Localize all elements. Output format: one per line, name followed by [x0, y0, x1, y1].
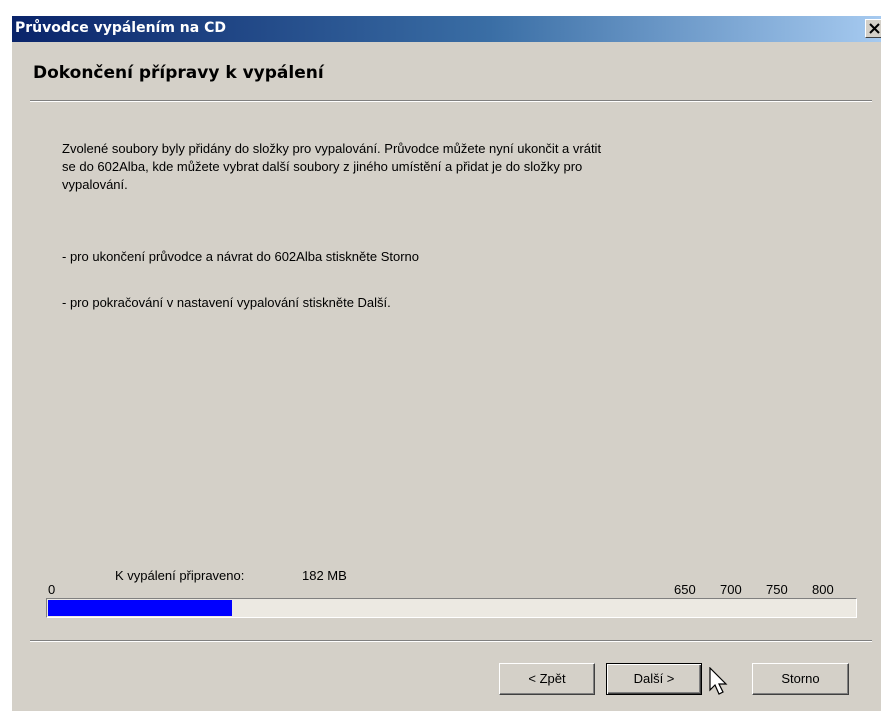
- page-title: Dokončení přípravy k vypálení: [33, 63, 324, 83]
- footer-divider: [30, 640, 872, 642]
- intro-line-2: se do 602Alba, kde můžete vybrat další s…: [62, 159, 583, 174]
- capacity-progress-fill: [48, 600, 232, 616]
- scale-mark-800: 800: [812, 582, 834, 597]
- ready-size-value: 182 MB: [302, 568, 347, 583]
- ready-label: K vypálení připraveno:: [115, 568, 245, 583]
- wizard-window: Průvodce vypálením na CD Dokončení přípr…: [12, 16, 881, 711]
- close-button[interactable]: [865, 19, 881, 38]
- scale-zero-label: 0: [48, 582, 56, 597]
- cancel-button[interactable]: Storno: [752, 663, 849, 695]
- scale-mark-650: 650: [674, 582, 696, 597]
- scale-marks: 650 700 750 800: [674, 582, 858, 597]
- next-instruction: - pro pokračování v nastavení vypalování…: [62, 295, 391, 310]
- intro-line-1: Zvolené soubory byly přidány do složky p…: [62, 141, 602, 156]
- intro-line-3: vypalování.: [62, 177, 128, 192]
- cancel-instruction: - pro ukončení průvodce a návrat do 602A…: [62, 249, 419, 264]
- intro-paragraph: Zvolené soubory byly přidány do složky p…: [62, 140, 601, 194]
- mouse-pointer-icon: [709, 667, 728, 695]
- scale-mark-750: 750: [766, 582, 788, 597]
- scale-mark-700: 700: [720, 582, 742, 597]
- title-bar[interactable]: Průvodce vypálením na CD: [12, 16, 881, 42]
- window-title: Průvodce vypálením na CD: [15, 20, 226, 36]
- close-icon: [869, 23, 880, 34]
- capacity-progress-bar: [46, 598, 857, 618]
- header-divider: [30, 100, 872, 102]
- back-button[interactable]: < Zpět: [499, 663, 595, 695]
- next-button[interactable]: Další >: [606, 663, 702, 695]
